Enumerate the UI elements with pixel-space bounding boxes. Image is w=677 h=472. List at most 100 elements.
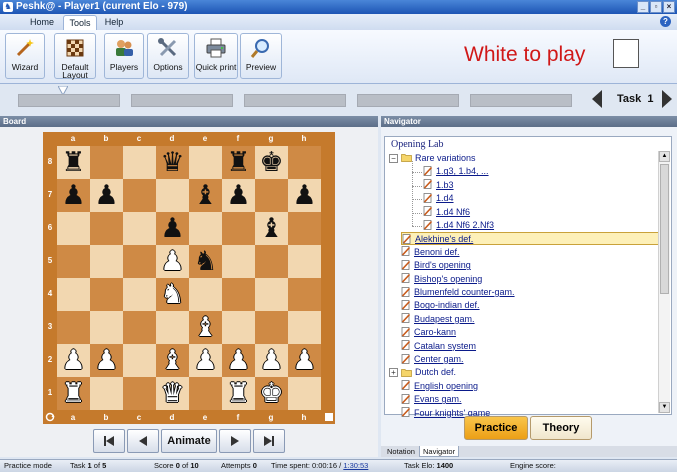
tab-navigator[interactable]: Navigator [419,446,460,457]
black-bishop-icon[interactable]: ♝ [189,179,222,212]
white-rook-icon[interactable]: ♜ [57,377,90,410]
white-pawn-icon[interactable]: ♟ [255,344,288,377]
tree-item[interactable]: Evans gam. [401,393,462,406]
scroll-up-icon[interactable]: ▲ [659,151,670,162]
square-h4[interactable] [288,278,321,311]
square-d2[interactable]: ♝ [156,344,189,377]
white-pawn-icon[interactable]: ♟ [57,344,90,377]
tree-item[interactable]: Budapest gam. [401,313,475,326]
square-g1[interactable]: ♚ [255,377,288,410]
square-d4[interactable]: ♞ [156,278,189,311]
square-d7[interactable] [156,179,189,212]
square-g5[interactable] [255,245,288,278]
black-pawn-icon[interactable]: ♟ [288,179,321,212]
task-segment[interactable] [357,94,459,107]
square-g2[interactable]: ♟ [255,344,288,377]
last-move-button[interactable] [253,429,285,453]
square-f2[interactable]: ♟ [222,344,255,377]
square-e6[interactable] [189,212,222,245]
square-a8[interactable]: ♜ [57,146,90,179]
square-f8[interactable]: ♜ [222,146,255,179]
square-d3[interactable] [156,311,189,344]
square-e5[interactable]: ♞ [189,245,222,278]
square-a2[interactable]: ♟ [57,344,90,377]
task-segment[interactable] [18,94,120,107]
square-a7[interactable]: ♟ [57,179,90,212]
tree-item[interactable]: Blumenfeld counter-gam. [401,286,515,299]
square-g4[interactable] [255,278,288,311]
practice-button[interactable]: Practice [464,416,528,440]
white-knight-icon[interactable]: ♞ [156,278,189,311]
square-a6[interactable] [57,212,90,245]
white-bishop-icon[interactable]: ♝ [189,311,222,344]
square-c5[interactable] [123,245,156,278]
wizard-button[interactable]: Wizard [5,33,45,79]
square-c6[interactable] [123,212,156,245]
square-e1[interactable] [189,377,222,410]
black-knight-icon[interactable]: ♞ [189,245,222,278]
square-c3[interactable] [123,311,156,344]
square-g8[interactable]: ♚ [255,146,288,179]
prev-move-button[interactable] [127,429,159,453]
square-h5[interactable] [288,245,321,278]
square-f7[interactable]: ♟ [222,179,255,212]
black-rook-icon[interactable]: ♜ [57,146,90,179]
square-b1[interactable] [90,377,123,410]
scroll-down-icon[interactable]: ▼ [659,402,670,413]
square-d5[interactable]: ♟ [156,245,189,278]
black-bishop-icon[interactable]: ♝ [255,212,288,245]
white-rook-icon[interactable]: ♜ [222,377,255,410]
square-h1[interactable] [288,377,321,410]
tree-item[interactable]: 1.d4 Nf6 2.Nf3 [423,219,494,232]
tree-item[interactable]: Bird's opening [401,259,471,272]
square-b4[interactable] [90,278,123,311]
tree-item[interactable]: 1.g3, 1.b4, ... [423,165,489,178]
tree-item[interactable]: Bogo-indian def. [401,299,480,312]
flip-board-icon[interactable] [45,412,55,422]
task-segment[interactable] [244,94,346,107]
black-pawn-icon[interactable]: ♟ [57,179,90,212]
white-pawn-icon[interactable]: ♟ [156,245,189,278]
task-segment[interactable] [131,94,233,107]
square-e2[interactable]: ♟ [189,344,222,377]
square-e7[interactable]: ♝ [189,179,222,212]
prev-task-icon[interactable] [590,88,604,110]
square-c8[interactable] [123,146,156,179]
tab-help[interactable]: Help [100,15,128,30]
black-rook-icon[interactable]: ♜ [222,146,255,179]
tree-item[interactable]: Center gam. [401,353,464,366]
square-f6[interactable] [222,212,255,245]
maximize-button[interactable]: ▫ [650,1,662,13]
black-pawn-icon[interactable]: ♟ [156,212,189,245]
square-a3[interactable] [57,311,90,344]
square-h2[interactable]: ♟ [288,344,321,377]
square-b7[interactable]: ♟ [90,179,123,212]
black-king-icon[interactable]: ♚ [255,146,288,179]
square-g3[interactable] [255,311,288,344]
quick-print-button[interactable]: Quick print [194,33,238,79]
expand-icon[interactable]: + [389,368,398,378]
white-pawn-icon[interactable]: ♟ [222,344,255,377]
tree-item[interactable]: 1.d4 Nf6 [423,206,470,219]
square-b5[interactable] [90,245,123,278]
square-b2[interactable]: ♟ [90,344,123,377]
preview-button[interactable]: Preview [240,33,282,79]
default-layout-button[interactable]: Default Layout [54,33,96,79]
minimize-button[interactable]: _ [637,1,649,13]
square-c1[interactable] [123,377,156,410]
chessboard[interactable]: ♜ ♛ ♜ ♚ ♟ ♟ ♝ ♟ ♟ ♟ ♝ ♟ ♞ ♞ ♝ ♟ ♟ ♝ ♟ ♟ ♟ ♟ ♜ ♛ ♜ ♚ [57,146,321,410]
tab-tools[interactable]: Tools [63,15,97,30]
black-pawn-icon[interactable]: ♟ [222,179,255,212]
collapse-icon[interactable]: − [389,154,398,163]
square-b8[interactable] [90,146,123,179]
square-h8[interactable] [288,146,321,179]
square-f5[interactable] [222,245,255,278]
square-a5[interactable] [57,245,90,278]
square-d8[interactable]: ♛ [156,146,189,179]
square-e4[interactable] [189,278,222,311]
square-c7[interactable] [123,179,156,212]
white-king-icon[interactable]: ♚ [255,377,288,410]
tree-folder[interactable]: Dutch def. [401,366,456,379]
tree-item[interactable]: 1.b3 [423,179,454,192]
close-button[interactable]: × [663,1,675,13]
